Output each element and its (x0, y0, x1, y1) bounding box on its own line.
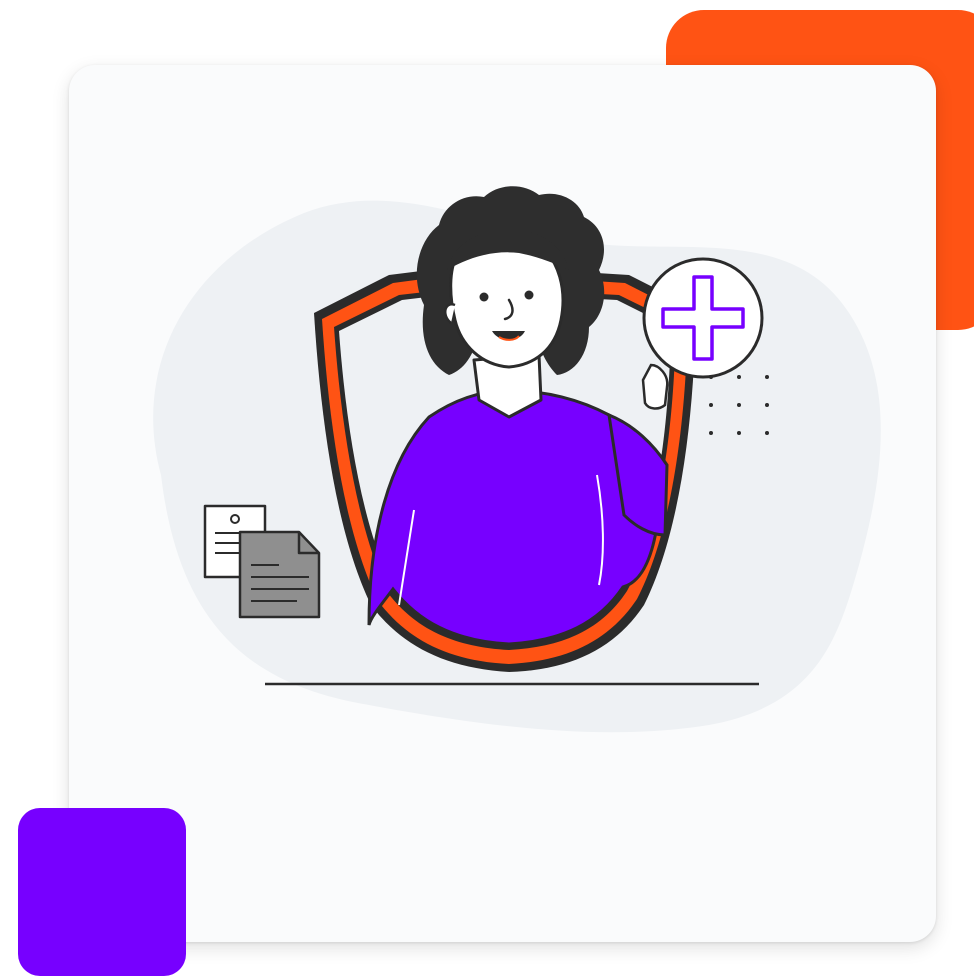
illustration-card (69, 65, 936, 942)
shield-woman-illustration (153, 186, 881, 733)
right-eye (524, 290, 534, 300)
left-eye (479, 292, 489, 302)
hand (641, 363, 669, 410)
purple-accent-block (18, 808, 186, 976)
